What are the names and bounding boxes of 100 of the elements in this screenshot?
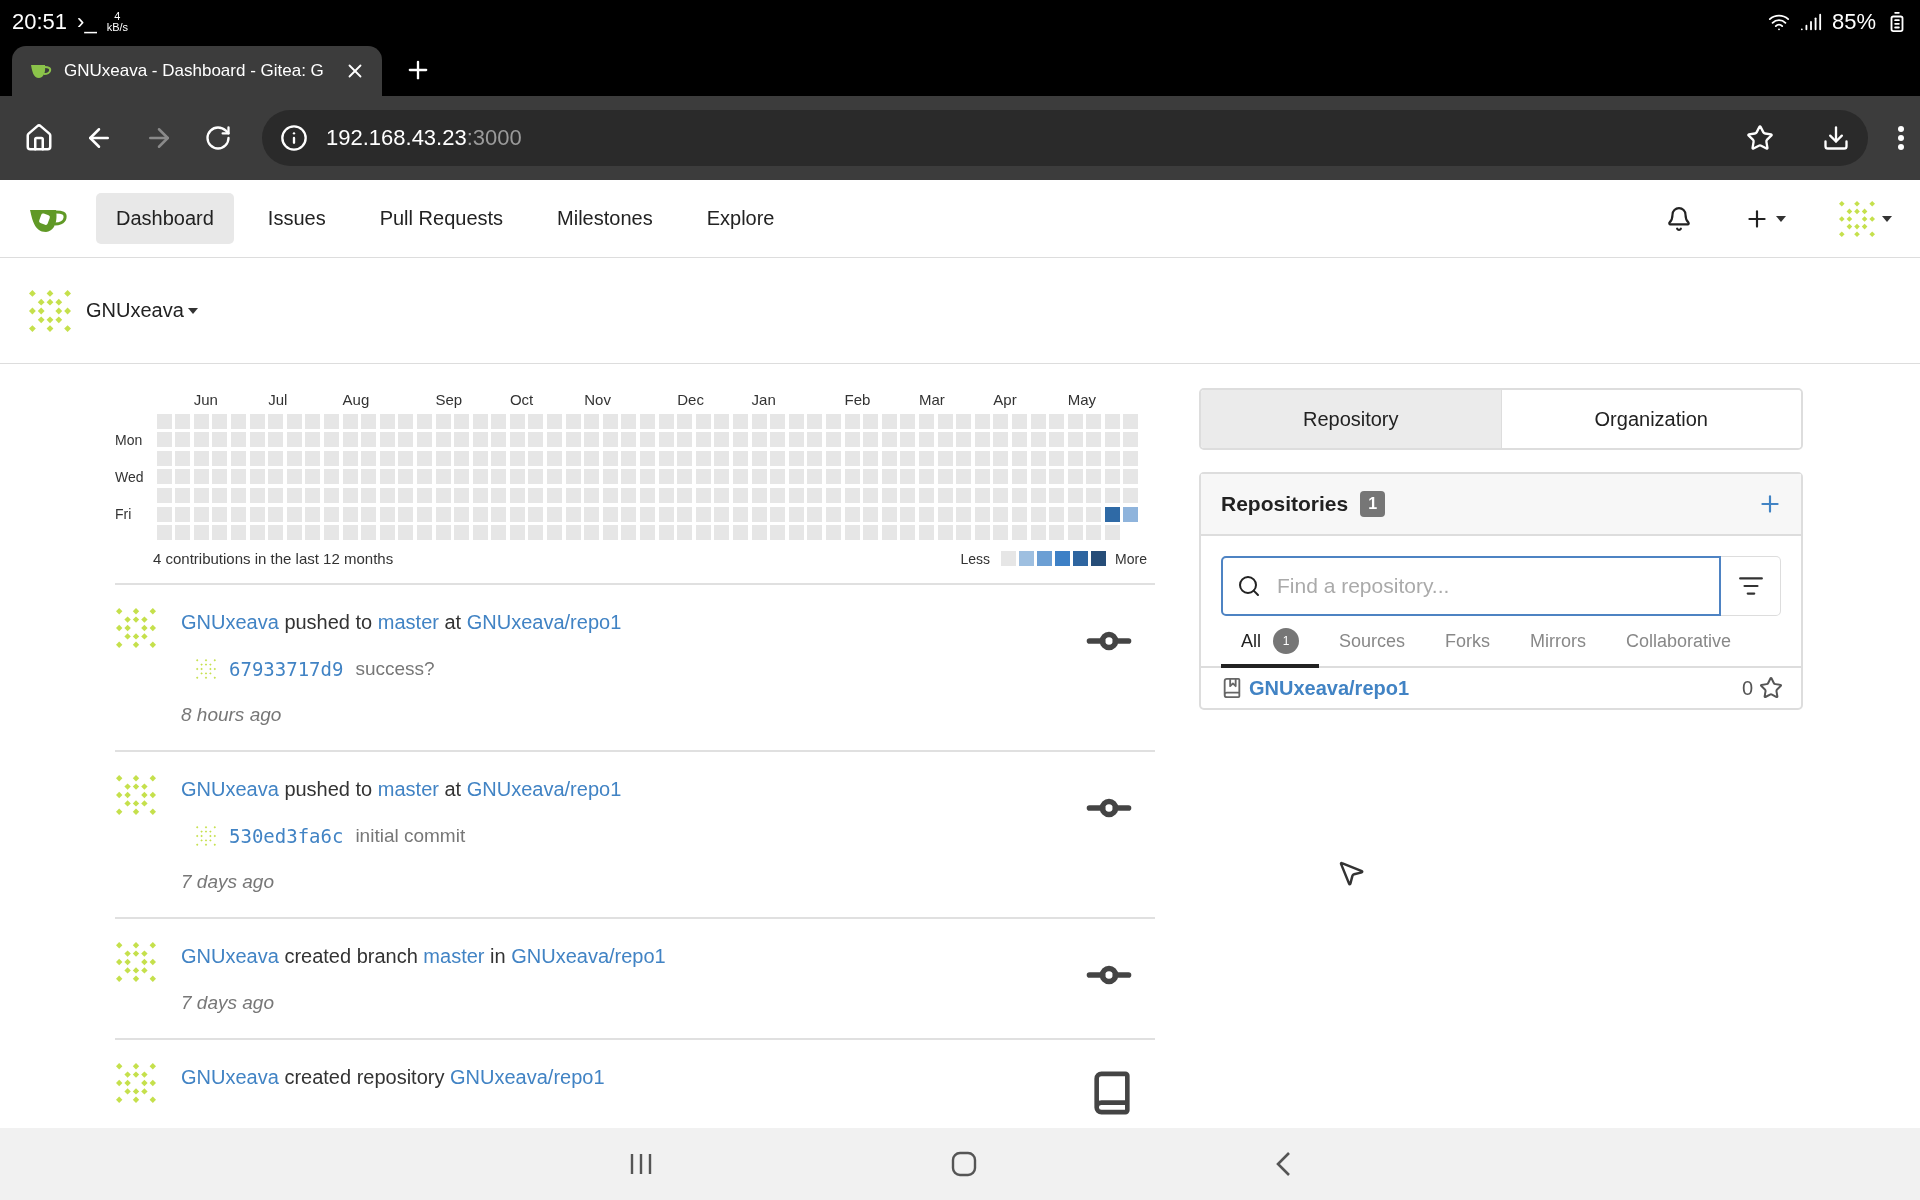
back-chevron-icon[interactable] xyxy=(1275,1151,1291,1177)
contribution-cell xyxy=(547,506,563,522)
nav-link[interactable]: Explore xyxy=(686,193,795,244)
contribution-cell xyxy=(714,432,730,448)
contribution-cell xyxy=(472,469,488,485)
contribution-cell xyxy=(361,432,377,448)
contribution-cell xyxy=(918,525,934,541)
contribution-cell xyxy=(491,469,507,485)
contribution-cell xyxy=(193,413,209,429)
menu-button[interactable] xyxy=(1898,126,1904,150)
contribution-cell xyxy=(435,525,451,541)
contribution-cell xyxy=(547,469,563,485)
contribution-cell xyxy=(974,469,990,485)
sidebar-tab[interactable]: Repository xyxy=(1201,390,1502,448)
activity-link[interactable]: GNUxeava/repo1 xyxy=(450,1066,605,1089)
contribution-cell xyxy=(695,525,711,541)
nav-link[interactable]: Pull Requests xyxy=(359,193,524,244)
contribution-cell xyxy=(472,525,488,541)
home-button[interactable] xyxy=(24,123,54,153)
contribution-cell xyxy=(230,432,246,448)
month-label: Feb xyxy=(844,390,871,408)
commit-sha-link[interactable]: 530ed3fa6c xyxy=(229,825,344,848)
clock: 20:51 xyxy=(12,9,68,35)
activity-link[interactable]: GNUxeava xyxy=(181,1066,279,1089)
star-icon[interactable] xyxy=(1759,676,1783,700)
context-switcher[interactable]: GNUxeava xyxy=(86,299,198,322)
contribution-cell xyxy=(937,432,953,448)
contribution-cell xyxy=(454,413,470,429)
contribution-cell xyxy=(695,432,711,448)
contribution-cell xyxy=(1049,469,1065,485)
contribution-cell xyxy=(658,487,674,503)
contribution-cell xyxy=(1011,450,1027,466)
address-bar[interactable]: 192.168.43.23:3000 xyxy=(262,110,1868,166)
contribution-cell xyxy=(193,432,209,448)
nav-link[interactable]: Milestones xyxy=(537,193,673,244)
filter-tab[interactable]: Sources xyxy=(1319,616,1426,668)
contribution-cell xyxy=(1049,450,1065,466)
contribution-cell xyxy=(491,487,507,503)
filter-tab[interactable]: All 1 xyxy=(1221,616,1319,668)
notifications-button[interactable] xyxy=(1666,205,1692,232)
search-field[interactable]: Find a repository... xyxy=(1221,556,1721,616)
activity-link[interactable]: GNUxeava xyxy=(181,945,279,968)
contribution-cell xyxy=(509,469,525,485)
contribution-cell xyxy=(175,432,191,448)
contribution-cell xyxy=(937,506,953,522)
nav-link[interactable]: Issues xyxy=(247,193,346,244)
activity-link[interactable]: master xyxy=(377,778,439,801)
contribution-cell xyxy=(807,506,823,522)
contribution-cell xyxy=(175,450,191,466)
contribution-cell xyxy=(900,432,916,448)
contribution-cell xyxy=(547,450,563,466)
recent-apps-icon[interactable] xyxy=(629,1153,653,1175)
contribution-cell xyxy=(361,469,377,485)
contribution-cell xyxy=(1067,469,1083,485)
activity-link[interactable]: master xyxy=(423,945,485,968)
contribution-cell xyxy=(286,525,302,541)
contribution-cell xyxy=(937,450,953,466)
activity-link[interactable]: GNUxeava/repo1 xyxy=(511,945,666,968)
filter-tab[interactable]: Collaborative xyxy=(1606,616,1752,668)
contribution-cell xyxy=(733,450,748,466)
browser-tab[interactable]: GNUxeava - Dashboard - Gitea: G xyxy=(12,46,382,96)
contribution-cell xyxy=(900,450,916,466)
search-icon xyxy=(1237,574,1261,598)
activity-link[interactable]: master xyxy=(377,611,439,634)
contribution-cell xyxy=(565,450,581,466)
contribution-cell xyxy=(770,525,786,541)
contribution-cell xyxy=(714,413,730,429)
contribution-cell xyxy=(844,469,860,485)
star-count: 0 xyxy=(1741,676,1753,700)
url-text: 192.168.43.23:3000 xyxy=(326,125,522,151)
activity-link[interactable]: GNUxeava/repo1 xyxy=(466,778,622,801)
contribution-cell xyxy=(528,469,544,485)
nav-link[interactable]: Dashboard xyxy=(96,193,234,244)
contribution-cell xyxy=(733,487,748,503)
contribution-cell xyxy=(770,432,786,448)
contribution-cell xyxy=(193,450,209,466)
contribution-cell xyxy=(1011,469,1027,485)
contribution-cell xyxy=(918,413,934,429)
contribution-cell xyxy=(268,506,284,522)
contribution-cell xyxy=(1011,525,1027,541)
filter-button[interactable] xyxy=(1721,556,1781,616)
activity-link[interactable]: GNUxeava xyxy=(181,778,279,801)
reload-button[interactable] xyxy=(204,124,232,152)
month-label: Jun xyxy=(193,390,218,408)
contribution-cell xyxy=(1049,525,1065,541)
contribution-cell xyxy=(621,432,637,448)
contribution-cell xyxy=(398,450,414,466)
contribution-cell xyxy=(454,506,470,522)
repo-link[interactable]: GNUxeava/repo1 xyxy=(1249,676,1410,700)
activity-link[interactable]: GNUxeava/repo1 xyxy=(466,611,622,634)
contribution-cell xyxy=(230,469,246,485)
download-icon[interactable] xyxy=(1822,124,1850,152)
activity-link[interactable]: GNUxeava xyxy=(181,611,279,634)
contribution-cell xyxy=(825,487,841,503)
filter-tab[interactable]: Mirrors xyxy=(1510,616,1607,668)
commit-sha-link[interactable]: 67933717d9 xyxy=(229,658,344,681)
filter-tab[interactable]: Forks xyxy=(1425,616,1511,668)
weekday-label: Wed xyxy=(115,468,145,485)
contribution-cell xyxy=(918,469,934,485)
bookmark-star-icon[interactable] xyxy=(1746,124,1774,152)
